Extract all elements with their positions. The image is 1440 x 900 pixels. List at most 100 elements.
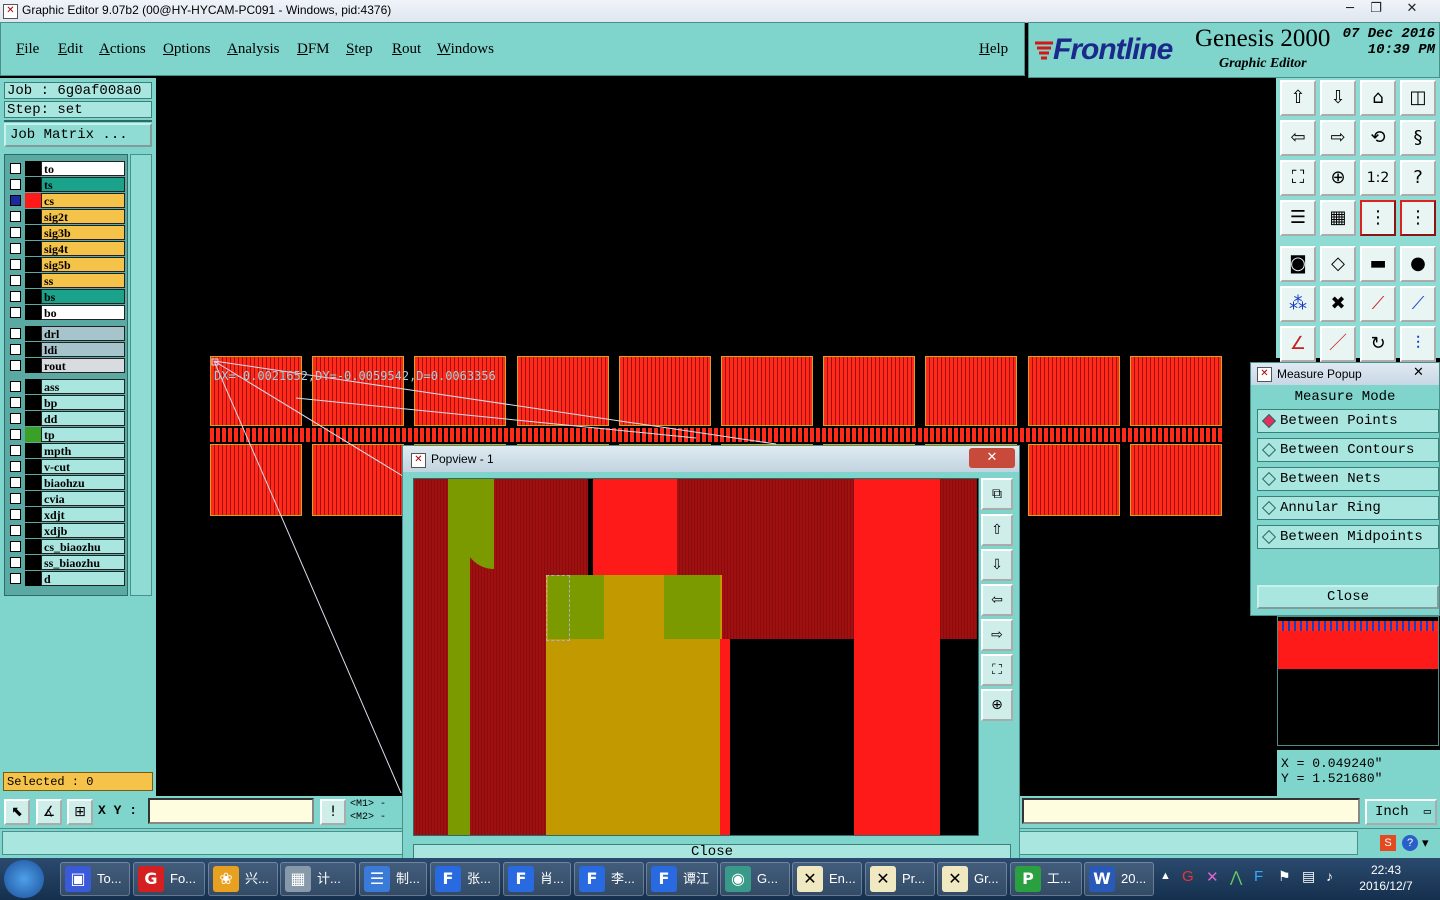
taskbar-item[interactable]: P 工... bbox=[1010, 862, 1082, 896]
job-matrix-button[interactable]: Job Matrix ... bbox=[4, 123, 152, 147]
line-blue-icon[interactable]: ⟋ bbox=[1400, 286, 1436, 322]
taskbar-item[interactable]: ▦ 计... bbox=[280, 862, 356, 896]
layer-row-cs[interactable]: cs bbox=[7, 193, 125, 208]
layer-row-drl[interactable]: drl bbox=[7, 326, 125, 341]
layer-row-tp[interactable]: tp bbox=[7, 427, 125, 442]
layer-checkbox[interactable] bbox=[10, 525, 21, 536]
home-icon[interactable]: ⌂ bbox=[1360, 80, 1396, 116]
layer-checkbox[interactable] bbox=[10, 307, 21, 318]
units-selector[interactable]: Inch ▭ bbox=[1365, 799, 1437, 825]
nets-red-icon[interactable]: ⋮ bbox=[1360, 200, 1396, 236]
close-window-button[interactable]: ✕ bbox=[1398, 0, 1426, 18]
popview-pan-right-icon[interactable]: ⇨ bbox=[981, 619, 1013, 651]
layer-checkbox[interactable] bbox=[10, 509, 21, 520]
tray-help-icon[interactable]: ? bbox=[1402, 835, 1418, 851]
layer-checkbox[interactable] bbox=[10, 557, 21, 568]
mode-between-contours[interactable]: Between Contours bbox=[1257, 438, 1439, 462]
layer-checkbox[interactable] bbox=[10, 445, 21, 456]
help-query-icon[interactable]: ? bbox=[1400, 160, 1436, 196]
popview-zoom-box-icon[interactable]: ⧉ bbox=[981, 478, 1013, 510]
snap-grid-icon[interactable]: ⊞ bbox=[67, 799, 93, 825]
menu-dfm[interactable]: DFM bbox=[297, 41, 330, 58]
layer-checkbox[interactable] bbox=[10, 573, 21, 584]
measure-popup-close-icon[interactable]: ✕ bbox=[1413, 365, 1424, 380]
layer-checkbox[interactable] bbox=[10, 461, 21, 472]
snap-icon[interactable]: § bbox=[1400, 120, 1436, 156]
layer-checkbox[interactable] bbox=[10, 259, 21, 270]
menu-file[interactable]: File bbox=[16, 41, 39, 58]
taskbar-item[interactable]: ☰ 制... bbox=[359, 862, 427, 896]
tray-flag-icon[interactable]: ⚑ bbox=[1278, 868, 1291, 885]
popview-pan-left-icon[interactable]: ⇦ bbox=[981, 584, 1013, 616]
layer-row-ts[interactable]: ts bbox=[7, 177, 125, 192]
layer-row-mpth[interactable]: mpth bbox=[7, 443, 125, 458]
layer-list-scrollbar[interactable] bbox=[130, 154, 152, 596]
delete-x-icon[interactable]: ✖ bbox=[1320, 286, 1356, 322]
layer-row-bp[interactable]: bp bbox=[7, 395, 125, 410]
layer-checkbox[interactable] bbox=[10, 328, 21, 339]
tray-x-icon[interactable]: ✕ bbox=[1206, 868, 1219, 886]
pan-left-icon[interactable]: ⇦ bbox=[1280, 120, 1316, 156]
layer-checkbox[interactable] bbox=[10, 397, 21, 408]
layer-checkbox[interactable] bbox=[10, 493, 21, 504]
layer-checkbox[interactable] bbox=[10, 211, 21, 222]
taskbar-item[interactable]: F 李... bbox=[574, 862, 644, 896]
tray-volume-icon[interactable]: ♪ bbox=[1326, 868, 1333, 884]
scale-1-2-icon[interactable]: 1:2 bbox=[1360, 160, 1396, 196]
layer-checkbox[interactable] bbox=[10, 243, 21, 254]
layer-row-d[interactable]: d bbox=[7, 571, 125, 586]
split-view-icon[interactable]: ◫ bbox=[1400, 80, 1436, 116]
layer-row-dd[interactable]: dd bbox=[7, 411, 125, 426]
pad-icon[interactable]: ◙ bbox=[1280, 246, 1316, 282]
layer-checkbox[interactable] bbox=[10, 344, 21, 355]
tray-chart-icon[interactable]: ⋀ bbox=[1230, 868, 1242, 886]
layer-row-sig2t[interactable]: sig2t bbox=[7, 209, 125, 224]
maximize-button[interactable]: ❐ bbox=[1362, 0, 1390, 18]
layer-row-bo[interactable]: bo bbox=[7, 305, 125, 320]
tray-menu-icon[interactable]: ▾ bbox=[1422, 835, 1436, 851]
taskbar-item[interactable]: F 肖... bbox=[503, 862, 571, 896]
mode-between-midpoints[interactable]: Between Midpoints bbox=[1257, 525, 1439, 549]
taskbar-item[interactable]: ✕ Gr... bbox=[937, 862, 1007, 896]
zoom-fit-icon[interactable]: ⛶ bbox=[1280, 160, 1316, 196]
taskbar-item[interactable]: W 20... bbox=[1084, 862, 1154, 896]
zoom-center-icon[interactable]: ⊕ bbox=[1320, 160, 1356, 196]
start-button[interactable] bbox=[4, 860, 44, 898]
minimize-button[interactable]: ─ bbox=[1336, 0, 1364, 18]
layer-checkbox[interactable] bbox=[10, 413, 21, 424]
menu-options[interactable]: Options bbox=[163, 41, 211, 58]
tray-f-icon[interactable]: F bbox=[1254, 868, 1263, 885]
layer-checkbox[interactable] bbox=[10, 227, 21, 238]
taskbar-clock[interactable]: 22:43 2016/12/7 bbox=[1356, 862, 1416, 894]
mirror-icon[interactable]: ⟲ bbox=[1360, 120, 1396, 156]
settings-sliders-icon[interactable]: ☰ bbox=[1280, 200, 1316, 236]
layer-checkbox[interactable] bbox=[10, 195, 21, 206]
xy-input[interactable] bbox=[148, 798, 314, 824]
zoom-up-icon[interactable]: ⇧ bbox=[1280, 80, 1316, 116]
measure-angle-icon[interactable]: ∡ bbox=[36, 799, 62, 825]
layer-checkbox[interactable] bbox=[10, 360, 21, 371]
layer-row-ass[interactable]: ass bbox=[7, 379, 125, 394]
line-red-icon[interactable]: ⟋ bbox=[1360, 286, 1396, 322]
zoom-down-icon[interactable]: ⇩ bbox=[1320, 80, 1356, 116]
layer-row-sig3b[interactable]: sig3b bbox=[7, 225, 125, 240]
frontline-tool-icon[interactable]: ⫶ bbox=[1400, 326, 1436, 362]
layer-row-bs[interactable]: bs bbox=[7, 289, 125, 304]
menu-analysis[interactable]: Analysis bbox=[227, 41, 280, 58]
menu-windows[interactable]: Windows bbox=[437, 41, 494, 58]
mode-between-points[interactable]: Between Points bbox=[1257, 409, 1439, 433]
grid-icon[interactable]: ▦ bbox=[1320, 200, 1356, 236]
layer-row-ss[interactable]: ss bbox=[7, 273, 125, 288]
nets-blue-icon[interactable]: ⋮ bbox=[1400, 200, 1436, 236]
layer-row-sig4t[interactable]: sig4t bbox=[7, 241, 125, 256]
layer-row-xdjt[interactable]: xdjt bbox=[7, 507, 125, 522]
popview-zoom-in-icon[interactable]: ⇧ bbox=[981, 514, 1013, 546]
menu-actions[interactable]: Actions bbox=[99, 41, 146, 58]
layer-row-to[interactable]: to bbox=[7, 161, 125, 176]
mode-between-nets[interactable]: Between Nets bbox=[1257, 467, 1439, 491]
menu-edit[interactable]: Edit bbox=[58, 41, 83, 58]
layer-row-xdjb[interactable]: xdjb bbox=[7, 523, 125, 538]
taskbar-item[interactable]: F 谭江 bbox=[646, 862, 718, 896]
angle-icon[interactable]: ∠ bbox=[1280, 326, 1316, 362]
tray-g-icon[interactable]: G bbox=[1182, 868, 1198, 885]
